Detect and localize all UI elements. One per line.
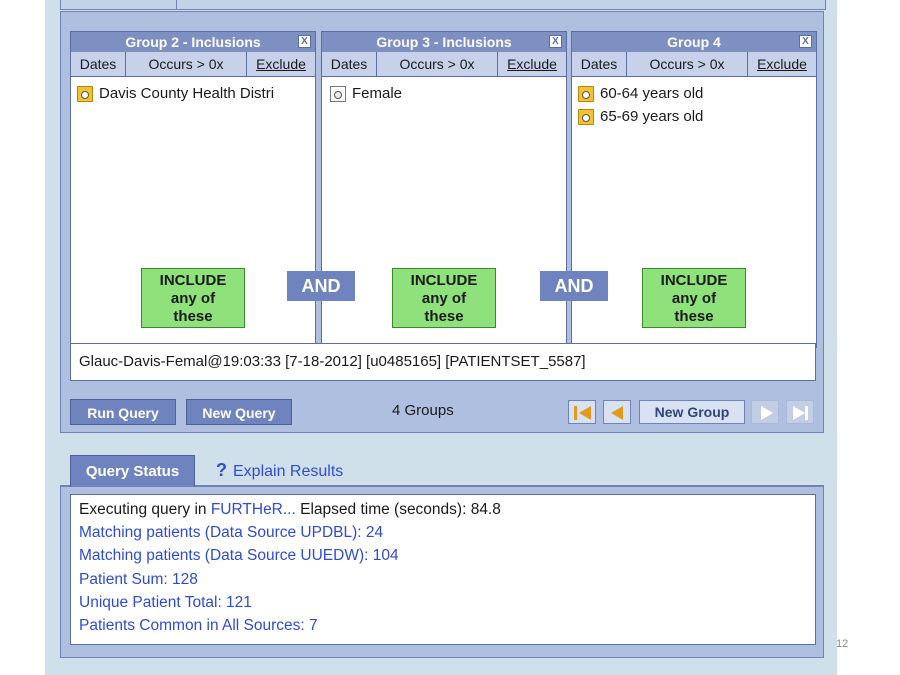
new-query-button[interactable]: New Query [186, 399, 292, 425]
group-tabs: Dates Occurs > 0x Exclude [572, 52, 816, 77]
include-button[interactable]: INCLUDE any of these [141, 268, 245, 328]
and-connector-button[interactable]: AND [287, 271, 355, 301]
status-line: Executing query in FURTHeR... Elapsed ti… [79, 498, 815, 521]
top-panel-edge [60, 0, 826, 10]
and-connector-button[interactable]: AND [540, 271, 608, 301]
status-body: Executing query in FURTHeR... Elapsed ti… [60, 487, 824, 658]
status-line: Unique Patient Total: 121 [79, 593, 252, 611]
folder-icon [77, 85, 93, 102]
query-name-field[interactable]: Glauc-Davis-Femal@19:03:33 [7-18-2012] [… [70, 343, 816, 381]
occurs-tab[interactable]: Occurs > 0x [377, 52, 498, 76]
status-line: Matching patients (Data Source UPDBL): 2… [79, 524, 384, 542]
include-line: these [424, 308, 464, 325]
top-tab-divider [176, 0, 177, 9]
query-status-tab[interactable]: Query Status [70, 455, 195, 487]
exclude-link[interactable]: Exclude [498, 52, 566, 76]
exclude-link[interactable]: Exclude [748, 52, 816, 76]
group-panel-2: Group 2 - Inclusions X Dates Occurs > 0x… [70, 31, 316, 348]
dates-tab[interactable]: Dates [322, 52, 377, 76]
close-icon[interactable]: X [799, 35, 812, 48]
concept-item[interactable]: Female [330, 82, 566, 105]
concept-label: Davis County Health Distri [99, 85, 275, 102]
include-button[interactable]: INCLUDE any of these [392, 268, 496, 328]
status-text: Executing query in [79, 501, 211, 518]
status-output: Executing query in FURTHeR... Elapsed ti… [70, 494, 816, 645]
concept-label: 65-69 years old [600, 108, 704, 125]
group-title: Group 2 - Inclusions [125, 34, 261, 50]
include-line: these [674, 308, 714, 325]
include-line: these [173, 308, 213, 325]
include-line: any of [421, 290, 467, 307]
group-body: Female INCLUDE any of these [322, 77, 566, 348]
occurs-tab[interactable]: Occurs > 0x [627, 52, 748, 76]
page-number: 12 [836, 638, 849, 650]
group-header[interactable]: Group 2 - Inclusions X [71, 32, 315, 52]
source-link[interactable]: FURTHeR... [211, 501, 296, 518]
previous-group-icon[interactable] [603, 400, 631, 424]
dates-tab[interactable]: Dates [71, 52, 126, 76]
include-line: INCLUDE [410, 272, 478, 289]
group-header[interactable]: Group 3 - Inclusions X [322, 32, 566, 52]
status-line: Matching patients (Data Source UUEDW): 1… [79, 547, 399, 565]
status-panel: Query Status ? Explain Results Executing … [60, 446, 824, 658]
group-body: Davis County Health Distri INCLUDE any o… [71, 77, 315, 348]
occurs-tab[interactable]: Occurs > 0x [126, 52, 247, 76]
group-body: 60-64 years old 65-69 years old INCLUDE … [572, 77, 816, 348]
include-line: INCLUDE [159, 272, 227, 289]
group-title: Group 3 - Inclusions [376, 34, 512, 50]
explain-results-link[interactable]: ? Explain Results [216, 458, 343, 484]
new-group-button[interactable]: New Group [639, 400, 745, 424]
folder-icon [578, 108, 594, 125]
status-text: Elapsed time (seconds): 84.8 [295, 501, 501, 518]
concept-label: Female [352, 85, 403, 102]
include-button[interactable]: INCLUDE any of these [642, 268, 746, 328]
query-panel: Group 2 - Inclusions X Dates Occurs > 0x… [60, 11, 824, 433]
include-line: any of [170, 290, 216, 307]
group-count-label: 4 Groups [392, 402, 454, 419]
group-panel-3: Group 3 - Inclusions X Dates Occurs > 0x… [321, 31, 567, 348]
query-toolbar: Run Query New Query 4 Groups New Group [70, 399, 816, 425]
concept-item[interactable]: 65-69 years old [578, 105, 816, 128]
close-icon[interactable]: X [549, 35, 562, 48]
folder-icon [578, 85, 594, 102]
include-line: INCLUDE [660, 272, 728, 289]
status-line: Patients Common in All Sources: 7 [79, 617, 318, 635]
first-group-icon[interactable] [568, 400, 596, 424]
exclude-link[interactable]: Exclude [247, 52, 315, 76]
concept-label: 60-64 years old [600, 85, 704, 102]
dates-tab[interactable]: Dates [572, 52, 627, 76]
next-group-icon[interactable] [751, 400, 779, 424]
run-query-button[interactable]: Run Query [70, 399, 176, 425]
close-icon[interactable]: X [298, 35, 311, 48]
concept-item[interactable]: 60-64 years old [578, 82, 816, 105]
group-header[interactable]: Group 4 X [572, 32, 816, 52]
status-tab-bar: Query Status ? Explain Results [60, 446, 824, 487]
help-icon: ? [216, 460, 227, 480]
document-icon [330, 85, 346, 102]
last-group-icon[interactable] [786, 400, 814, 424]
group-tabs: Dates Occurs > 0x Exclude [71, 52, 315, 77]
group-title: Group 4 [667, 34, 721, 50]
status-line: Patient Sum: 128 [79, 570, 198, 588]
include-line: any of [671, 290, 717, 307]
explain-results-label: Explain Results [233, 463, 344, 480]
concept-item[interactable]: Davis County Health Distri [77, 82, 315, 105]
group-tabs: Dates Occurs > 0x Exclude [322, 52, 566, 77]
